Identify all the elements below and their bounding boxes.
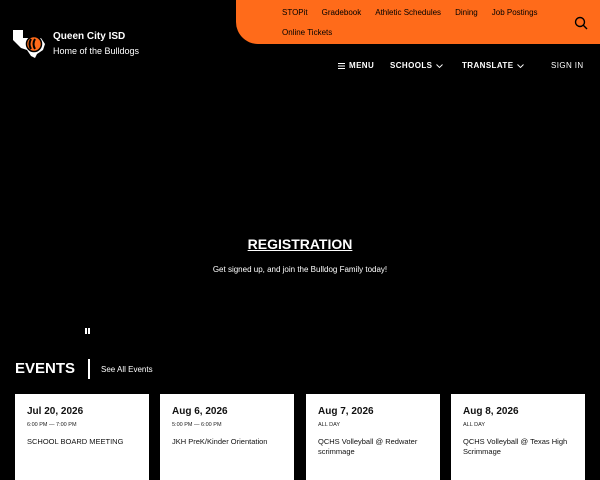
menu-button[interactable]: MENU (338, 61, 374, 70)
chevron-down-icon (517, 63, 525, 68)
event-date: Aug 8, 2026 (463, 406, 519, 417)
search-icon[interactable] (574, 16, 588, 30)
district-name[interactable]: Queen City ISD (53, 31, 125, 42)
texas-bulldog-logo[interactable] (11, 26, 47, 58)
event-date: Jul 20, 2026 (27, 406, 84, 417)
quick-link-dining[interactable]: Dining (455, 8, 478, 18)
main-nav: MENU SCHOOLS TRANSLATE SIGN IN (0, 61, 600, 73)
quick-link-online-tickets[interactable]: Online Tickets (282, 28, 332, 38)
event-name: QCHS Volleyball @ Texas High Scrimmage (463, 437, 568, 456)
quick-link-job-postings[interactable]: Job Postings (492, 8, 538, 18)
pause-icon (85, 328, 87, 334)
event-time: ALL DAY (463, 422, 486, 428)
events-heading: EVENTS (15, 360, 76, 377)
quick-link-athletic-schedules[interactable]: Athletic Schedules (375, 8, 441, 18)
event-card[interactable]: Jul 20, 2026 6:00 PM — 7:00 PM SCHOOL BO… (15, 394, 149, 480)
event-time: 6:00 PM — 7:00 PM (27, 422, 77, 428)
event-name: QCHS Volleyball @ Redwater scrimmage (318, 437, 418, 456)
event-card[interactable]: Aug 8, 2026 ALL DAY QCHS Volleyball @ Te… (451, 394, 585, 480)
hero-title-link[interactable]: REGISTRATION (0, 236, 600, 252)
event-card[interactable]: Aug 7, 2026 ALL DAY QCHS Volleyball @ Re… (306, 394, 440, 480)
see-all-events-link[interactable]: See All Events (101, 365, 153, 374)
schools-dropdown[interactable]: SCHOOLS (390, 61, 444, 70)
quick-links: STOPit Gradebook Athletic Schedules Dini… (282, 8, 572, 38)
hero-subtitle: Get signed up, and join the Bulldog Fami… (212, 265, 388, 274)
event-name: JKH PreK/Kinder Orientation (172, 437, 268, 446)
menu-label: MENU (349, 61, 375, 70)
event-time: 5:00 PM — 6:00 PM (172, 422, 222, 428)
event-card[interactable]: Aug 6, 2026 5:00 PM — 6:00 PM JKH PreK/K… (160, 394, 294, 480)
chevron-down-icon (436, 63, 444, 68)
district-tagline: Home of the Bulldogs (53, 46, 140, 56)
event-date: Aug 7, 2026 (318, 406, 374, 417)
quick-link-stopit[interactable]: STOPit (282, 8, 308, 18)
site-header: Queen City ISD Home of the Bulldogs STOP… (0, 0, 600, 90)
schools-label: SCHOOLS (390, 61, 433, 70)
hamburger-icon (338, 62, 345, 69)
event-date: Aug 6, 2026 (172, 406, 228, 417)
sign-in-link[interactable]: SIGN IN (551, 61, 584, 70)
translate-label: TRANSLATE (462, 61, 514, 70)
translate-dropdown[interactable]: TRANSLATE (462, 61, 525, 70)
events-divider (88, 359, 90, 379)
quick-link-gradebook[interactable]: Gradebook (322, 8, 362, 18)
event-time: ALL DAY (318, 422, 341, 428)
event-name: SCHOOL BOARD MEETING (27, 437, 124, 446)
slideshow-pause-button[interactable] (85, 328, 91, 335)
